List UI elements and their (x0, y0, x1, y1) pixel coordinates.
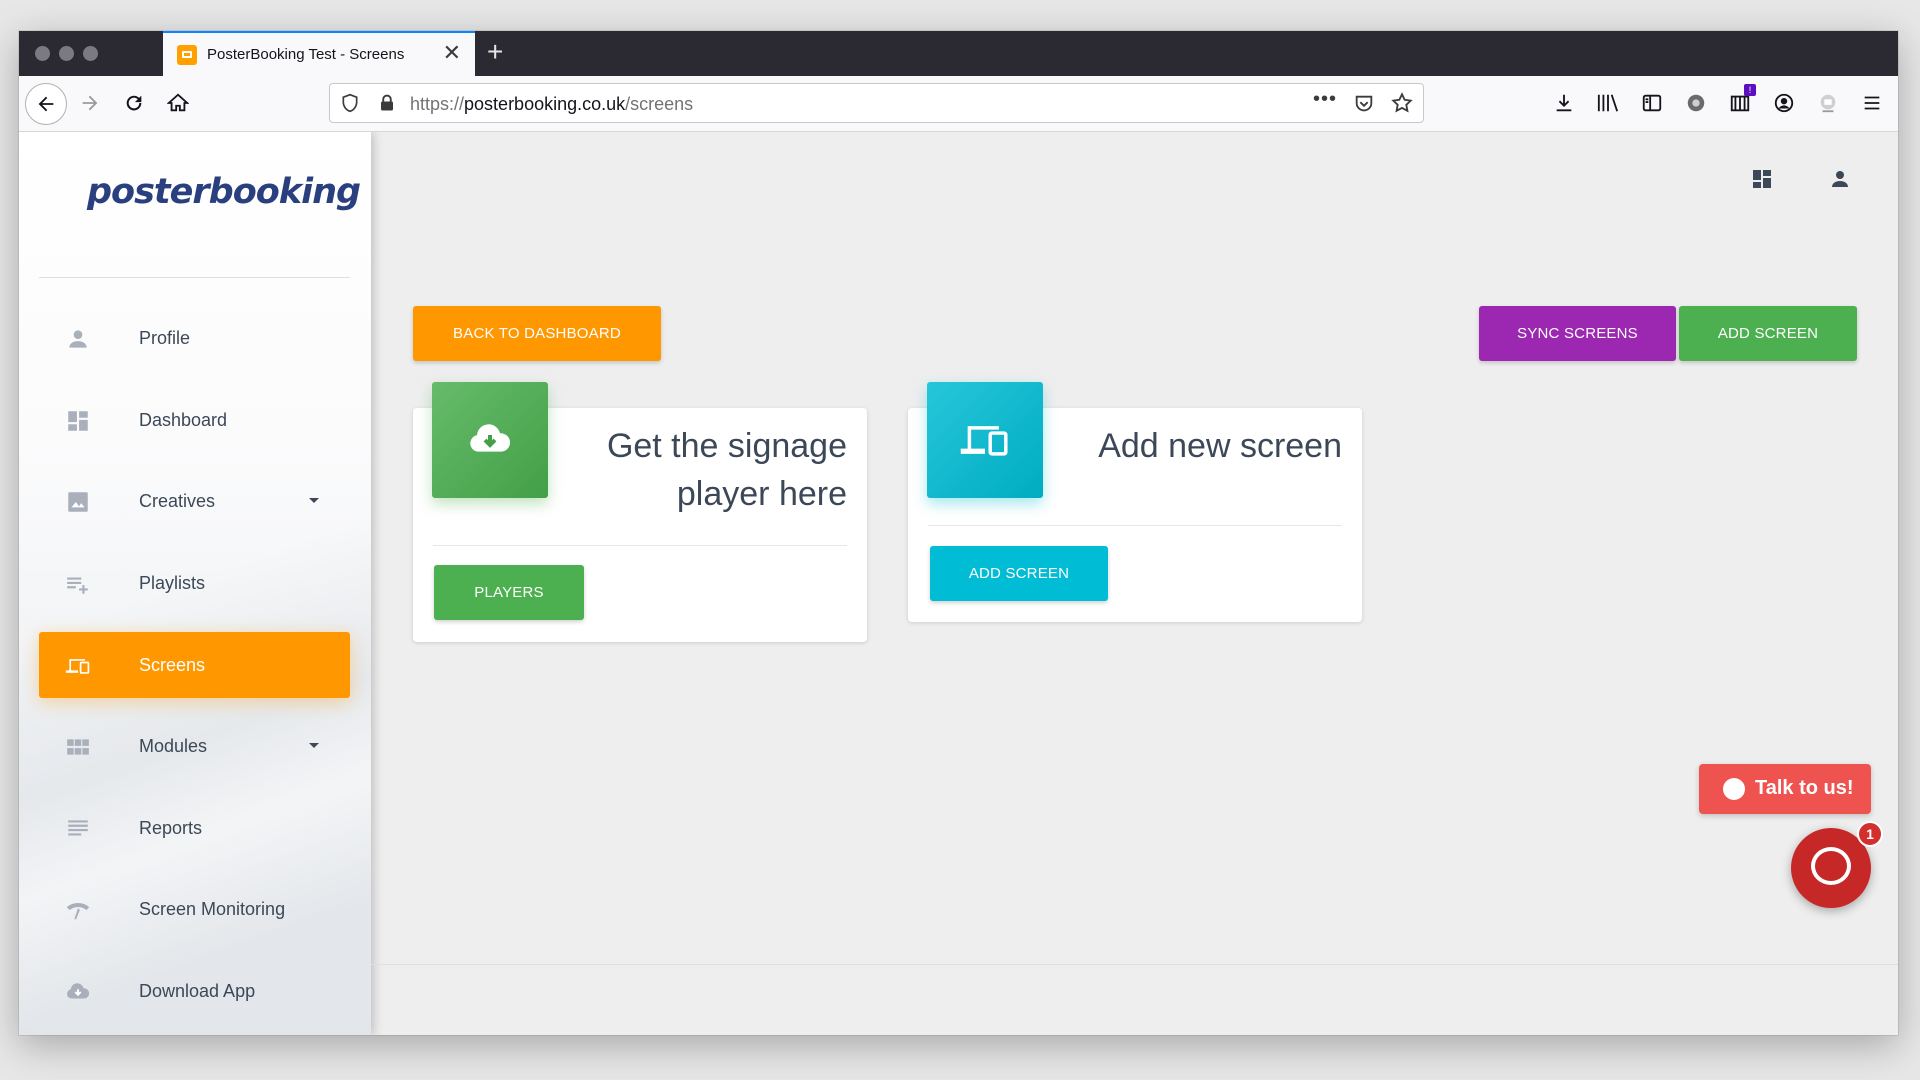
sidebar-item-download-app[interactable]: Download App (39, 958, 350, 1024)
url-bar[interactable]: https://posterbooking.co.uk/screens ••• (329, 83, 1424, 123)
sync-screens-button[interactable]: SYNC SCREENS (1479, 306, 1676, 361)
sidebar-item-screen-monitoring[interactable]: Screen Monitoring (39, 876, 350, 942)
sidebar-item-label: Screen Monitoring (139, 899, 286, 919)
chat-bubble-icon (1723, 778, 1745, 800)
extension-camera-icon[interactable] (1815, 90, 1841, 116)
sidebar-item-label: Profile (139, 328, 191, 348)
chat-icon (1811, 847, 1851, 885)
add-screen-card-button[interactable]: ADD SCREEN (930, 546, 1108, 601)
cloud-download-card-icon (432, 382, 548, 498)
sidebar-item-label: Download App (139, 981, 256, 1001)
reload-button[interactable] (121, 90, 147, 116)
library-icon[interactable] (1595, 90, 1621, 116)
tab-posterbooking-screens[interactable]: PosterBooking Test - Screens ✕ (163, 31, 475, 76)
grid-icon (65, 734, 91, 760)
account-icon[interactable] (1771, 90, 1797, 116)
extension-globe-icon[interactable] (1683, 90, 1709, 116)
list-icon (65, 816, 91, 842)
url-text[interactable]: https://posterbooking.co.uk/screens (410, 94, 693, 115)
chevron-down-icon (309, 498, 319, 503)
chat-unread-badge: 1 (1857, 821, 1883, 847)
cloud-download-icon (65, 979, 91, 1005)
sidebar-item-label: Screens (139, 655, 206, 675)
sidebar-item-profile[interactable]: Profile (39, 305, 350, 371)
sidebar-item-screens[interactable]: Screens (39, 632, 350, 698)
extension-badge: ! (1744, 84, 1756, 96)
page-content: posterbooking Profile Dashboard Creative… (19, 132, 1898, 1035)
sidebar-toggle-icon[interactable] (1639, 90, 1665, 116)
extension-calendar-icon[interactable]: ! (1727, 84, 1756, 116)
close-window-button[interactable] (35, 46, 50, 61)
page-actions-more-icon[interactable]: ••• (1313, 88, 1337, 111)
sidebar-item-label: Creatives (139, 491, 216, 511)
menu-hamburger-icon[interactable] (1859, 90, 1885, 116)
sidebar-item-modules[interactable]: Modules (39, 713, 350, 779)
pocket-icon[interactable] (1353, 93, 1375, 115)
forward-button[interactable] (77, 90, 103, 116)
sidebar-item-dashboard[interactable]: Dashboard (39, 387, 350, 453)
maximize-window-button[interactable] (83, 46, 98, 61)
back-to-dashboard-button[interactable]: BACK TO DASHBOARD (413, 306, 661, 361)
favicon-icon (177, 45, 197, 65)
arrow-left-icon (38, 96, 54, 112)
card-title: Add new screen (1098, 427, 1342, 465)
minimize-window-button[interactable] (59, 46, 74, 61)
bookmark-star-icon[interactable] (1391, 92, 1413, 114)
card-divider (928, 525, 1342, 526)
home-icon (167, 93, 189, 112)
card-title: Get the signage player here (606, 427, 847, 513)
dashboard-header-icon[interactable] (1749, 166, 1775, 192)
devices-card-icon (927, 382, 1043, 498)
talk-to-us-bubble[interactable]: Talk to us! (1699, 764, 1871, 814)
sidebar-item-label: Modules (139, 736, 208, 756)
user-header-icon[interactable] (1827, 166, 1853, 192)
talk-to-us-label: Talk to us! (1755, 777, 1854, 799)
chevron-down-icon (309, 743, 319, 748)
sidebar-item-playlists[interactable]: Playlists (39, 550, 350, 616)
downloads-icon[interactable] (1551, 90, 1577, 116)
sidebar-divider (39, 277, 350, 278)
wifi-signal-icon (65, 897, 91, 923)
back-button[interactable] (25, 83, 67, 125)
footer-divider (371, 964, 1898, 965)
tab-bar: PosterBooking Test - Screens ✕ + (19, 31, 1898, 76)
playlist-add-icon (65, 571, 91, 597)
image-icon (65, 489, 91, 515)
devices-icon (65, 653, 91, 679)
shield-icon[interactable] (340, 93, 360, 113)
person-icon (65, 326, 91, 352)
tab-title: PosterBooking Test - Screens (207, 46, 405, 63)
dashboard-icon (65, 408, 91, 434)
posterbooking-logo[interactable]: posterbooking (87, 172, 361, 212)
add-screen-header-button[interactable]: ADD SCREEN (1679, 306, 1857, 361)
players-button[interactable]: PLAYERS (434, 565, 584, 620)
sidebar-item-label: Reports (139, 818, 203, 838)
new-tab-button[interactable]: + (487, 37, 503, 67)
sidebar-item-creatives[interactable]: Creatives (39, 468, 350, 534)
sidebar-item-reports[interactable]: Reports (39, 795, 350, 861)
lock-icon[interactable] (378, 93, 396, 113)
sidebar: posterbooking Profile Dashboard Creative… (19, 132, 371, 1035)
navigation-toolbar: https://posterbooking.co.uk/screens ••• … (19, 76, 1898, 132)
sidebar-item-label: Playlists (139, 573, 206, 593)
home-button[interactable] (165, 90, 191, 116)
card-divider (433, 545, 847, 546)
reload-icon (126, 95, 142, 111)
browser-window: PosterBooking Test - Screens ✕ + https:/… (19, 31, 1898, 1035)
tab-close-button[interactable]: ✕ (443, 42, 461, 64)
arrow-right-icon (82, 95, 98, 111)
sidebar-item-label: Dashboard (139, 410, 228, 430)
